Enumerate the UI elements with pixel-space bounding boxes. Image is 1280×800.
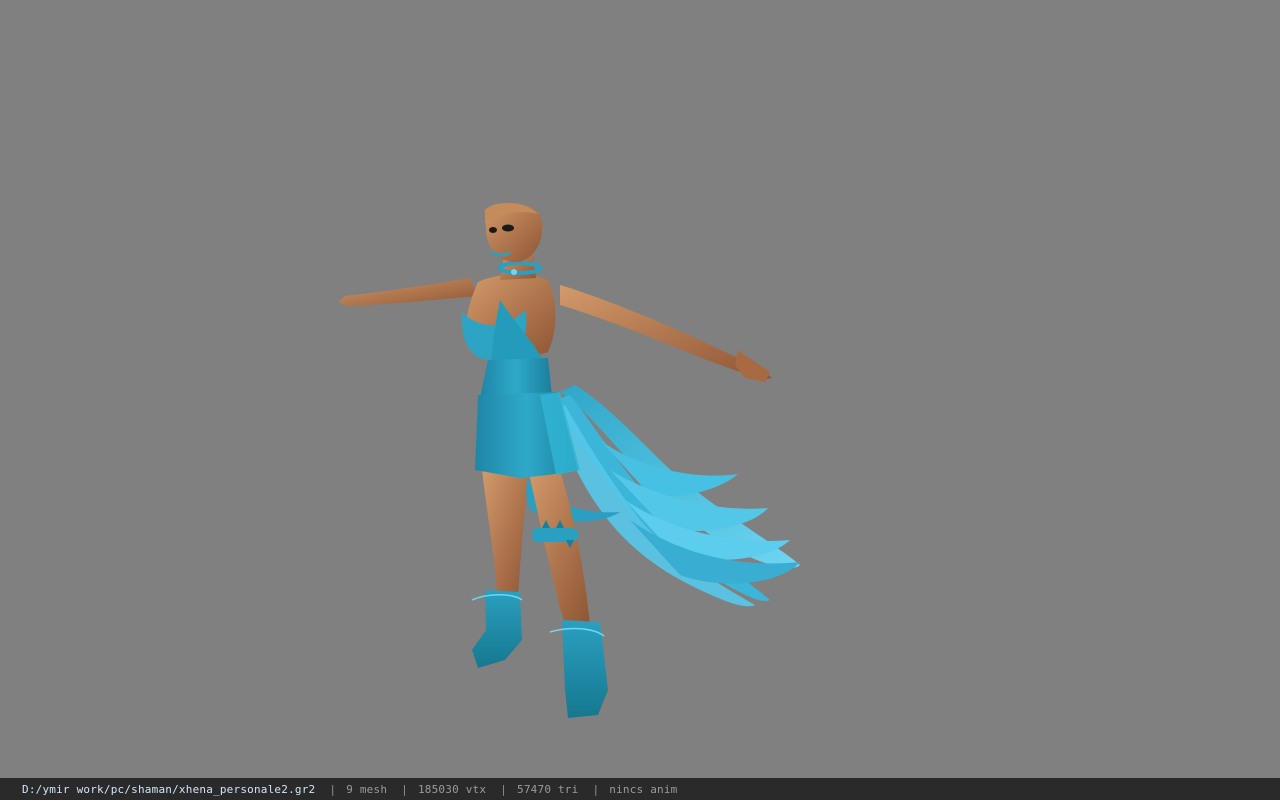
3d-viewport[interactable] (0, 0, 1280, 778)
separator: | (500, 782, 508, 796)
mesh-count: 9 mesh (346, 782, 388, 796)
arms (338, 278, 772, 382)
head (485, 203, 543, 263)
status-bar: D:/ymir work/pc/shaman/xhena_personale2.… (0, 778, 1280, 800)
separator: | (329, 782, 337, 796)
triangle-count: 57470 tri (517, 782, 579, 796)
separator: | (401, 782, 408, 796)
separator: | (592, 782, 600, 796)
vertex-count: 185030 vtx (417, 782, 487, 796)
file-path: D:/ymir work/pc/shaman/xhena_personale2.… (22, 782, 316, 796)
character-model[interactable] (0, 0, 1280, 778)
animation-status: nincs anim (609, 782, 678, 796)
